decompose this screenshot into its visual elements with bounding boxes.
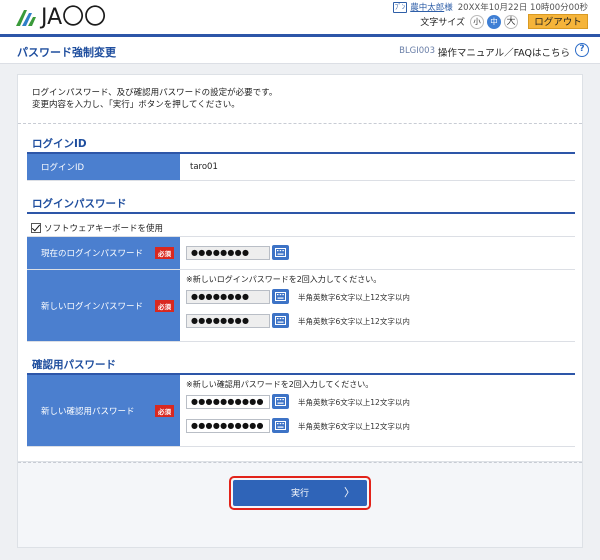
software-keyboard-checkbox-row[interactable]: ソフトウェアキーボードを使用: [31, 222, 163, 234]
confirm-password-note: ※新しい確認用パスワードを2回入力してください。: [186, 380, 374, 389]
current-password-row: 現在のログインパスワード 必須 ●●●●●●●●: [27, 236, 575, 270]
confirm-password-hint-1: 半角英数字6文字以上12文字以内: [298, 398, 410, 407]
divider: [18, 123, 582, 124]
confirm-password-row: 新しい確認用パスワード 必須 ※新しい確認用パスワードを2回入力してください。 …: [27, 375, 575, 447]
page-title: パスワード強制変更: [17, 46, 116, 59]
ja-leaf-icon: [16, 10, 36, 26]
new-password-input-1[interactable]: ●●●●●●●●: [186, 290, 270, 304]
software-keyboard-checkbox[interactable]: [31, 223, 41, 233]
new-password-hint-1: 半角英数字6文字以上12文字以内: [298, 293, 410, 302]
new-password-hint-2: 半角英数字6文字以上12文字以内: [298, 317, 410, 326]
keyboard-icon: [275, 397, 286, 406]
login-id-row: ログインID taro01: [27, 154, 575, 181]
help-manual-link[interactable]: 操作マニュアル／FAQはこちら: [438, 45, 570, 59]
keyboard-icon: [275, 248, 286, 257]
login-id-label: ログインID: [41, 163, 85, 173]
logo-text: JA〇〇: [41, 5, 107, 30]
app-header: JA〇〇 ﾌﾞﾝ 農中太郎 様 20XX年10月22日 10時00分00秒 文字…: [0, 0, 600, 34]
login-id-value: taro01: [190, 162, 218, 172]
new-password-label-cell: 新しいログインパスワード 必須: [27, 270, 180, 341]
confirm-password-input-1[interactable]: ●●●●●●●●●●: [186, 395, 270, 409]
new-password-label: 新しいログインパスワード: [41, 301, 144, 312]
font-size-large-button[interactable]: 大: [504, 14, 518, 29]
keyboard-button[interactable]: [272, 245, 289, 260]
user-info: ﾌﾞﾝ 農中太郎 様 20XX年10月22日 10時00分00秒: [392, 1, 588, 13]
keyboard-button[interactable]: [272, 313, 289, 328]
new-password-row: 新しいログインパスワード 必須 ※新しいログインパスワードを2回入力してください…: [27, 270, 575, 342]
screen-id: BLGI003: [399, 46, 435, 56]
login-id-section-title: ログインID: [32, 138, 87, 150]
current-password-input[interactable]: ●●●●●●●●: [186, 246, 270, 260]
font-size-medium-button[interactable]: 中: [487, 14, 501, 29]
section-rule: [27, 212, 575, 214]
keyboard-button[interactable]: [272, 394, 289, 409]
login-id-value-cell: taro01: [180, 154, 575, 180]
login-id-label-cell: ログインID: [27, 154, 180, 180]
current-password-label-cell: 現在のログインパスワード 必須: [27, 237, 180, 269]
confirm-password-value-cell: ※新しい確認用パスワードを2回入力してください。 ●●●●●●●●●● 半角英数…: [180, 375, 575, 446]
last-login-time: 20XX年10月22日 10時00分00秒: [457, 3, 588, 13]
current-password-value-cell: ●●●●●●●●: [180, 237, 575, 269]
action-area: 実行 〉: [17, 462, 583, 548]
required-badge: 必須: [155, 247, 174, 259]
intro-text: ログインパスワード、及び確認用パスワードの設定が必要です。 変更内容を入力し、「…: [32, 87, 277, 111]
execute-highlight: 実行 〉: [229, 476, 371, 510]
font-size-small-button[interactable]: 小: [470, 14, 484, 29]
chevron-right-icon: 〉: [344, 486, 355, 499]
title-bar: パスワード強制変更 BLGI003 操作マニュアル／FAQはこちら ?: [0, 34, 600, 64]
confirm-password-label: 新しい確認用パスワード: [41, 406, 135, 417]
execute-button[interactable]: 実行 〉: [233, 480, 367, 506]
divider: [18, 462, 582, 463]
new-password-input-2[interactable]: ●●●●●●●●: [186, 314, 270, 328]
confirm-password-input-2[interactable]: ●●●●●●●●●●: [186, 419, 270, 433]
confirm-password-hint-2: 半角英数字6文字以上12文字以内: [298, 422, 410, 431]
help-icon[interactable]: ?: [575, 43, 589, 57]
user-honorific: 様: [444, 3, 453, 13]
confirm-password-label-cell: 新しい確認用パスワード 必須: [27, 375, 180, 446]
intro-line-1: ログインパスワード、及び確認用パスワードの設定が必要です。: [32, 88, 278, 98]
keyboard-icon: [275, 421, 286, 430]
keyboard-icon: [275, 292, 286, 301]
keyboard-icon: [275, 316, 286, 325]
ja-logo: JA〇〇: [14, 5, 107, 30]
header-controls: 文字サイズ 小 中 大 ログアウト: [420, 14, 588, 29]
login-pw-section-title: ログインパスワード: [32, 198, 127, 210]
user-name-link[interactable]: 農中太郎: [410, 1, 444, 13]
new-password-note: ※新しいログインパスワードを2回入力してください。: [186, 275, 382, 284]
intro-line-2: 変更内容を入力し、「実行」ボタンを押してください。: [32, 100, 240, 110]
keyboard-button[interactable]: [272, 289, 289, 304]
user-badge: ﾌﾞﾝ: [392, 1, 408, 13]
font-size-label: 文字サイズ: [420, 18, 465, 28]
main-panel: ログインパスワード、及び確認用パスワードの設定が必要です。 変更内容を入力し、「…: [17, 74, 583, 462]
required-badge: 必須: [155, 404, 174, 417]
logout-button[interactable]: ログアウト: [528, 14, 588, 29]
current-password-label: 現在のログインパスワード: [41, 249, 144, 259]
keyboard-button[interactable]: [272, 418, 289, 433]
confirm-pw-section-title: 確認用パスワード: [32, 359, 116, 371]
software-keyboard-label[interactable]: ソフトウェアキーボードを使用: [44, 222, 163, 234]
new-password-value-cell: ※新しいログインパスワードを2回入力してください。 ●●●●●●●● 半角英数字…: [180, 270, 575, 341]
required-badge: 必須: [155, 299, 174, 312]
